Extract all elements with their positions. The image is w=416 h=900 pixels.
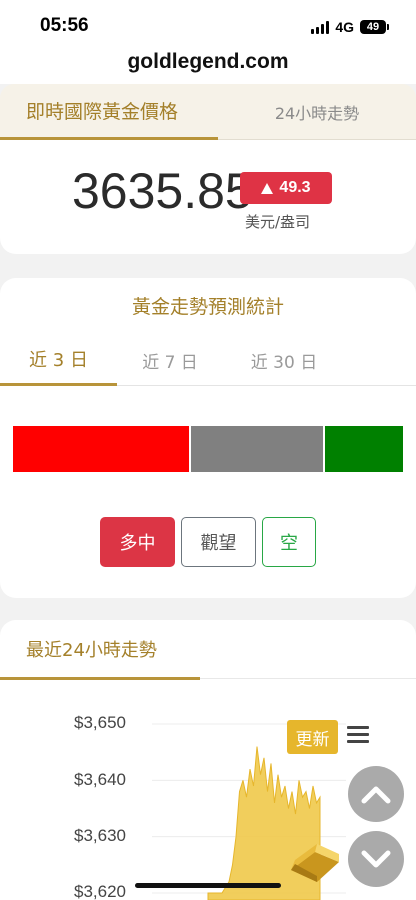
forecast-title: 黃金走勢預測統計 bbox=[131, 296, 284, 318]
y-tick-label: $3,650 bbox=[74, 713, 126, 732]
forecast-card: 黃金走勢預測統計 近 3 日 近 7 日 近 30 日 多中 觀望 空 bbox=[0, 278, 416, 598]
address-bar[interactable]: goldlegend.com bbox=[0, 44, 416, 84]
forecast-distribution-bar bbox=[13, 426, 403, 472]
tab-divider bbox=[200, 678, 416, 679]
price-unit: 美元/盎司 bbox=[245, 213, 311, 231]
y-tick-label: $3,620 bbox=[74, 882, 126, 900]
tab-24h-trend[interactable]: 24小時走勢 bbox=[218, 84, 416, 140]
y-tick-label: $3,630 bbox=[74, 826, 126, 845]
status-indicators: 4G 49 bbox=[311, 19, 389, 35]
tab-3-days[interactable]: 近 3 日 bbox=[0, 334, 117, 386]
price-tabs: 即時國際黃金價格 24小時走勢 bbox=[0, 84, 416, 140]
price-change-badge: 49.3 bbox=[240, 172, 332, 204]
scroll-up-button[interactable] bbox=[348, 766, 404, 822]
cellular-signal-icon bbox=[311, 20, 330, 34]
price-change-value: 49.3 bbox=[279, 179, 311, 196]
battery-level: 49 bbox=[366, 21, 380, 33]
vote-bull-button[interactable]: 多中 bbox=[100, 517, 175, 567]
home-indicator bbox=[135, 883, 281, 888]
forecast-period-tabs: 近 3 日 近 7 日 近 30 日 bbox=[0, 334, 416, 386]
status-time: 05:56 bbox=[40, 15, 89, 36]
chevron-up-icon bbox=[361, 786, 391, 804]
gold-price: 3635.85 bbox=[72, 163, 253, 219]
page-url[interactable]: goldlegend.com bbox=[127, 50, 288, 74]
vote-watch-button[interactable]: 觀望 bbox=[181, 517, 256, 567]
battery-icon: 49 bbox=[360, 20, 389, 34]
price-area-series bbox=[207, 746, 321, 900]
chart-update-button[interactable]: 更新 bbox=[287, 720, 338, 754]
hamburger-menu-icon[interactable] bbox=[347, 726, 369, 744]
chevron-down-icon bbox=[361, 850, 391, 868]
neutral-segment bbox=[188, 426, 325, 472]
tab-30-days[interactable]: 近 30 日 bbox=[223, 334, 345, 386]
tab-live-price[interactable]: 即時國際黃金價格 bbox=[0, 84, 218, 140]
status-bar: 05:56 4G 49 bbox=[0, 0, 416, 50]
up-arrow-icon bbox=[261, 182, 274, 194]
scroll-down-button[interactable] bbox=[348, 831, 404, 887]
vote-bear-button[interactable]: 空 bbox=[262, 517, 316, 567]
network-type: 4G bbox=[335, 19, 354, 35]
y-tick-label: $3,640 bbox=[74, 770, 126, 789]
tab-recent-24h[interactable]: 最近24小時走勢 bbox=[0, 620, 200, 680]
price-card: 3635.85 49.3 美元/盎司 bbox=[0, 140, 416, 254]
tab-7-days[interactable]: 近 7 日 bbox=[117, 334, 223, 386]
bearish-segment bbox=[325, 426, 403, 472]
bullish-segment bbox=[13, 426, 189, 472]
